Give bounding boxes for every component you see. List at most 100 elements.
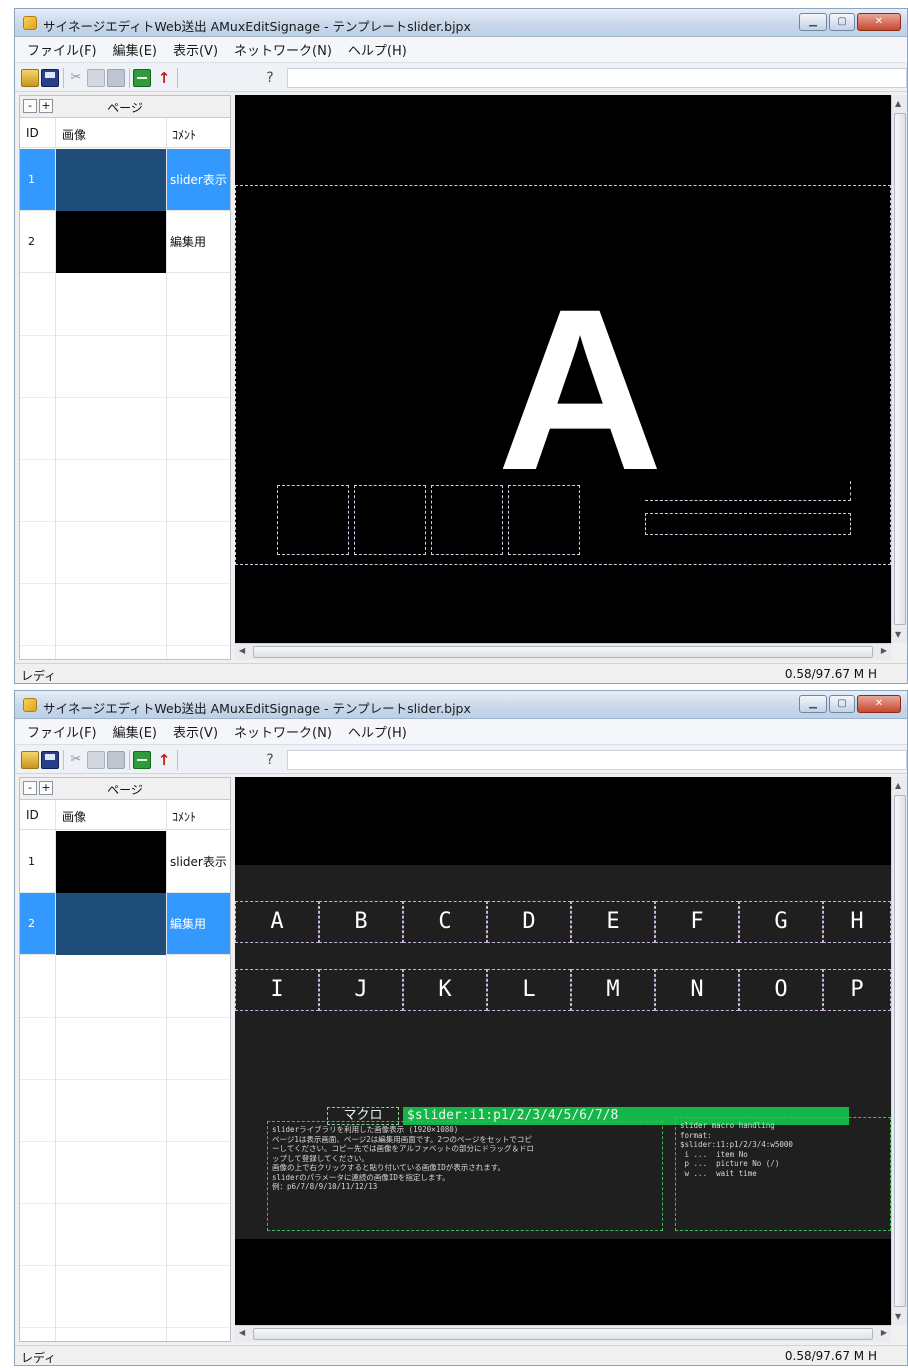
letter-cell-d[interactable]: D (487, 901, 571, 943)
app-icon (23, 698, 37, 712)
add-page-button[interactable]: + (39, 99, 53, 113)
macro-help-note[interactable]: slider macro handling format: $slider:i1… (675, 1117, 891, 1231)
copy-icon[interactable] (87, 751, 105, 769)
thumbnail-slot[interactable] (431, 485, 503, 555)
save-icon[interactable] (41, 69, 59, 87)
page-thumbnail (56, 149, 166, 211)
collapse-button[interactable]: - (23, 99, 37, 113)
scroll-down-icon[interactable]: ▼ (895, 630, 901, 639)
letter-cell-f[interactable]: F (655, 901, 739, 943)
copy-icon[interactable] (87, 69, 105, 87)
upload-arrow-icon[interactable]: ↑ (155, 69, 173, 87)
thumbnail-slot[interactable] (277, 485, 349, 555)
thumbnail-slot[interactable] (508, 485, 580, 555)
row-comment: slider表示 (170, 173, 227, 187)
scroll-up-icon[interactable]: ▲ (895, 781, 901, 790)
letter-cell-a[interactable]: A (235, 901, 319, 943)
menu-help[interactable]: ヘルプ(H) (340, 722, 415, 741)
menu-edit[interactable]: 編集(E) (105, 722, 165, 741)
page-row-2[interactable]: 2 編集用 (20, 893, 230, 955)
scroll-left-icon[interactable]: ◀ (239, 646, 245, 655)
scroll-up-icon[interactable]: ▲ (895, 99, 901, 108)
menu-network[interactable]: ネットワーク(N) (226, 722, 340, 741)
page-row-1[interactable]: 1 slider表示 (20, 831, 230, 893)
minimize-button[interactable]: ▁ (799, 13, 827, 31)
letter-cell-g[interactable]: G (739, 901, 823, 943)
scroll-thumb[interactable] (894, 113, 906, 625)
help-icon[interactable]: ? (261, 751, 279, 769)
column-id[interactable]: ID (26, 126, 39, 140)
add-page-button[interactable]: + (39, 781, 53, 795)
usage-note[interactable]: sliderライブラリを利用した画像表示 (1920×1080) ページ1は表示… (267, 1121, 663, 1231)
menu-help[interactable]: ヘルプ(H) (340, 40, 415, 59)
upload-arrow-icon[interactable]: ↑ (155, 751, 173, 769)
grid-line (20, 521, 230, 522)
toolbar: ✂ ↑ ? (15, 64, 907, 92)
menu-view[interactable]: 表示(V) (165, 40, 226, 59)
menu-view[interactable]: 表示(V) (165, 722, 226, 741)
column-comment[interactable]: ｺﾒﾝﾄ (172, 126, 196, 143)
letter-cell-o[interactable]: O (739, 969, 823, 1011)
letter-cell-j[interactable]: J (319, 969, 403, 1011)
slide-big-letter: A (497, 261, 664, 518)
column-comment[interactable]: ｺﾒﾝﾄ (172, 808, 196, 825)
scroll-thumb[interactable] (253, 646, 873, 658)
scroll-right-icon[interactable]: ▶ (881, 646, 887, 655)
vertical-scrollbar[interactable]: ▲ ▼ (891, 777, 907, 1325)
paste-icon[interactable] (107, 69, 125, 87)
paste-icon[interactable] (107, 751, 125, 769)
horizontal-scrollbar[interactable]: ◀ ▶ (235, 1325, 891, 1342)
row-comment: slider表示 (170, 855, 227, 869)
page-thumbnail (56, 893, 166, 955)
column-id[interactable]: ID (26, 808, 39, 822)
thumbnail-slot[interactable] (354, 485, 426, 555)
letter-cell-m[interactable]: M (571, 969, 655, 1011)
maximize-button[interactable]: ▢ (829, 13, 855, 31)
letter-cell-b[interactable]: B (319, 901, 403, 943)
slide-canvas[interactable]: A (235, 95, 891, 643)
scroll-down-icon[interactable]: ▼ (895, 1312, 901, 1321)
slide-canvas[interactable]: A B C D E F G H I J K L M N O P マクロ $sli… (235, 777, 891, 1325)
close-button[interactable]: ✕ (857, 13, 901, 31)
letter-cell-l[interactable]: L (487, 969, 571, 1011)
grid-line (20, 1079, 230, 1080)
open-folder-icon[interactable] (21, 751, 39, 769)
menu-file[interactable]: ファイル(F) (19, 722, 105, 741)
letter-cell-k[interactable]: K (403, 969, 487, 1011)
save-icon[interactable] (41, 751, 59, 769)
grid-line (20, 1265, 230, 1266)
vertical-scrollbar[interactable]: ▲ ▼ (891, 95, 907, 643)
minimize-button[interactable]: ▁ (799, 695, 827, 713)
open-folder-icon[interactable] (21, 69, 39, 87)
menu-network[interactable]: ネットワーク(N) (226, 40, 340, 59)
cut-icon[interactable]: ✂ (67, 751, 85, 769)
menu-file[interactable]: ファイル(F) (19, 40, 105, 59)
letter-cell-c[interactable]: C (403, 901, 487, 943)
letter-cell-p[interactable]: P (823, 969, 891, 1011)
close-button[interactable]: ✕ (857, 695, 901, 713)
status-text: レディ (21, 1351, 57, 1365)
menu-edit[interactable]: 編集(E) (105, 40, 165, 59)
scroll-thumb[interactable] (253, 1328, 873, 1340)
letter-cell-e[interactable]: E (571, 901, 655, 943)
column-image[interactable]: 画像 (62, 808, 86, 825)
collapse-button[interactable]: - (23, 781, 37, 795)
page-row-2[interactable]: 2 編集用 (20, 211, 230, 273)
page-row-1[interactable]: 1 slider表示 (20, 149, 230, 211)
letter-cell-n[interactable]: N (655, 969, 739, 1011)
scroll-right-icon[interactable]: ▶ (881, 1328, 887, 1337)
scroll-thumb[interactable] (894, 795, 906, 1307)
horizontal-scrollbar[interactable]: ◀ ▶ (235, 643, 891, 660)
save-page-icon[interactable] (133, 69, 151, 87)
cut-icon[interactable]: ✂ (67, 69, 85, 87)
letter-cell-i[interactable]: I (235, 969, 319, 1011)
save-page-icon[interactable] (133, 751, 151, 769)
title-bar: サイネージエディトWeb送出 AMuxEditSignage - テンプレートs… (15, 691, 907, 719)
letter-cell-h[interactable]: H (823, 901, 891, 943)
help-icon[interactable]: ? (261, 69, 279, 87)
maximize-button[interactable]: ▢ (829, 695, 855, 713)
toolbar-separator (129, 750, 130, 770)
column-image[interactable]: 画像 (62, 126, 86, 143)
grid-header: ID 画像 ｺﾒﾝﾄ (20, 800, 230, 830)
scroll-left-icon[interactable]: ◀ (239, 1328, 245, 1337)
